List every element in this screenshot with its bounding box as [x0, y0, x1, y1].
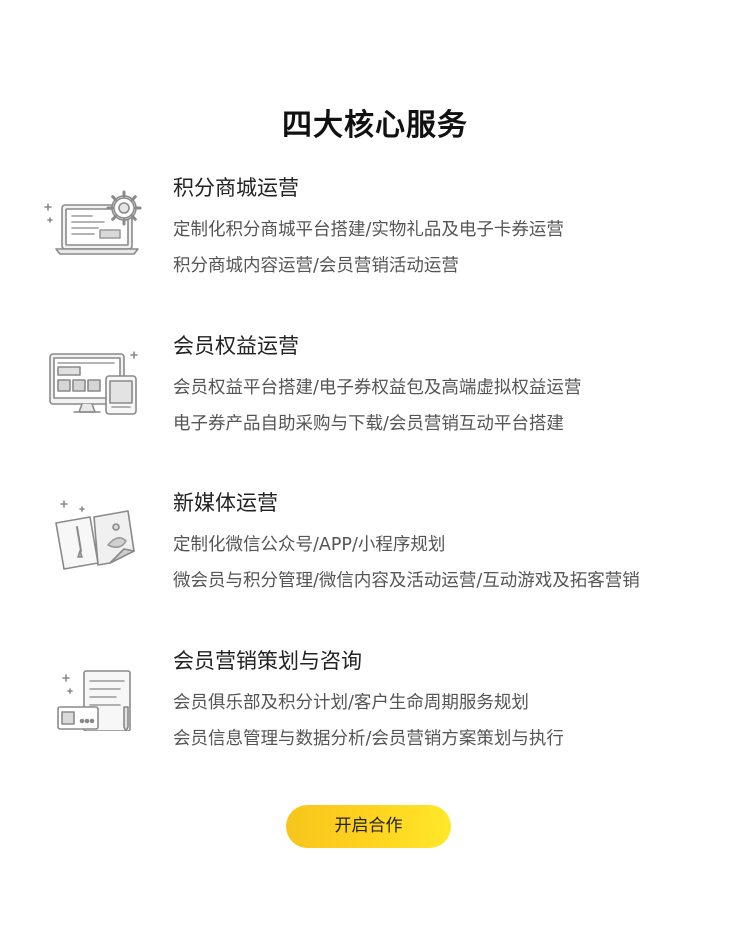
- laptop-gear-icon: [42, 178, 146, 258]
- service-title: 会员权益运营: [173, 334, 299, 358]
- service-description: 积分商城内容运营/会员营销活动运营: [173, 256, 459, 276]
- service-description: 定制化积分商城平台搭建/实物礼品及电子卡券运营: [173, 220, 564, 240]
- service-description: 定制化微信公众号/APP/小程序规划: [173, 535, 446, 555]
- start-cooperation-button[interactable]: 开启合作: [286, 805, 451, 848]
- documents-pen-icon: [42, 493, 146, 573]
- service-description: 会员信息管理与数据分析/会员营销方案策划与执行: [173, 729, 564, 749]
- service-item-member-benefits: 会员权益运营 会员权益平台搭建/电子券权益包及高端虚拟权益运营 电子券产品自助采…: [0, 330, 750, 440]
- page-title: 四大核心服务: [282, 108, 468, 144]
- service-item-points-mall: 积分商城运营 定制化积分商城平台搭建/实物礼品及电子卡券运营 积分商城内容运营/…: [0, 172, 750, 282]
- service-title: 新媒体运营: [173, 491, 278, 515]
- service-title: 会员营销策划与咨询: [173, 649, 362, 673]
- service-title: 积分商城运营: [173, 176, 299, 200]
- service-item-new-media: 新媒体运营 定制化微信公众号/APP/小程序规划 微会员与积分管理/微信内容及活…: [0, 487, 750, 597]
- monitor-tablet-icon: [42, 336, 146, 416]
- service-item-marketing-consulting: 会员营销策划与咨询 会员俱乐部及积分计划/客户生命周期服务规划 会员信息管理与数…: [0, 645, 750, 755]
- service-description: 会员俱乐部及积分计划/客户生命周期服务规划: [173, 693, 529, 713]
- service-description: 微会员与积分管理/微信内容及活动运营/互动游戏及拓客营销: [173, 571, 640, 591]
- document-card-pen-icon: [42, 651, 146, 731]
- service-description: 电子券产品自助采购与下载/会员营销互动平台搭建: [173, 414, 564, 434]
- service-description: 会员权益平台搭建/电子券权益包及高端虚拟权益运营: [173, 378, 582, 398]
